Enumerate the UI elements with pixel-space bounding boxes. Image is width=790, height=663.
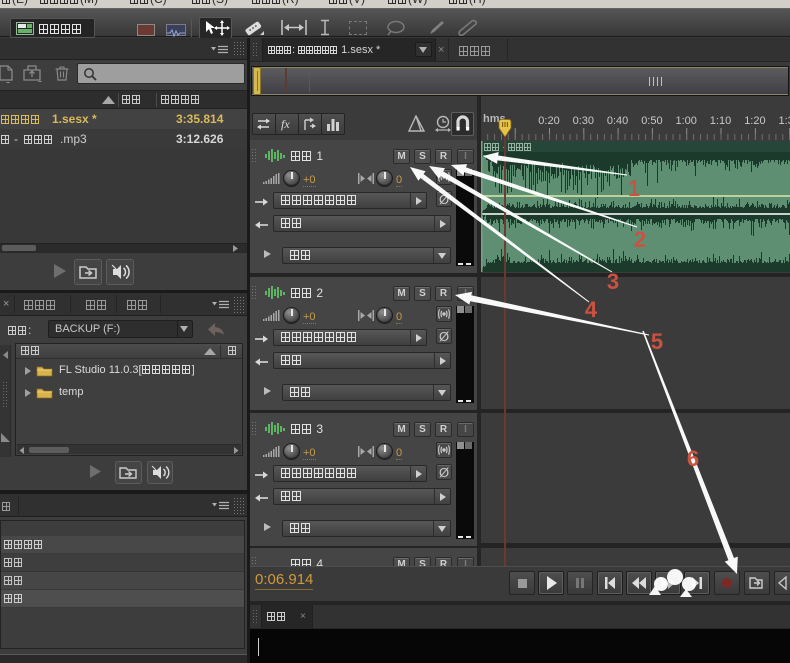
svg-text:5: 5 (651, 329, 663, 354)
svg-text:2: 2 (634, 227, 646, 252)
svg-text:3: 3 (607, 269, 619, 294)
svg-text:1: 1 (628, 176, 640, 201)
svg-text:6: 6 (687, 446, 699, 471)
svg-text:4: 4 (585, 297, 598, 322)
